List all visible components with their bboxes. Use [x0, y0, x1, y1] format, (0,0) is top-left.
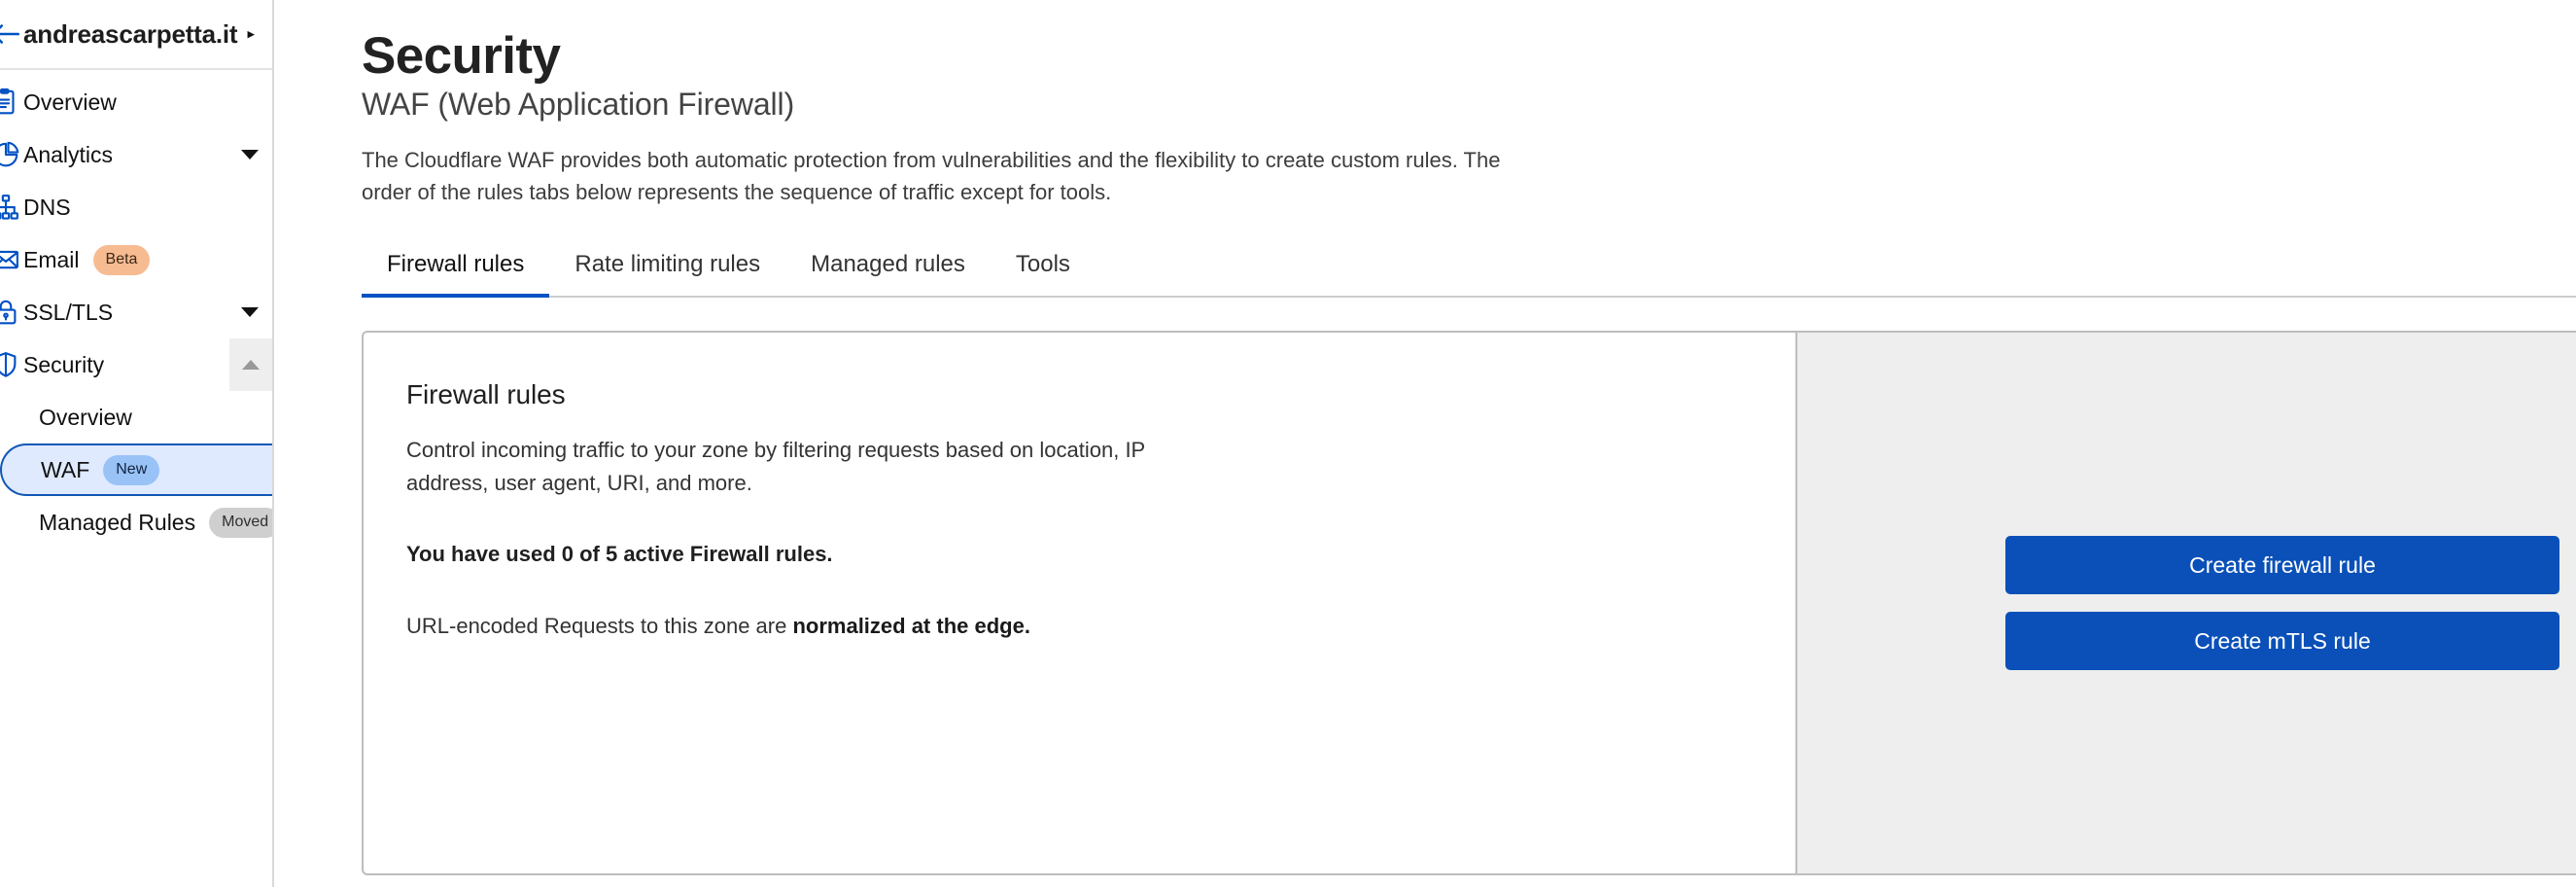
page-subtitle: WAF (Web Application Firewall)	[362, 87, 795, 123]
card-actions-panel: Create firewall rule Create mTLS rule	[1795, 333, 2576, 874]
card-body-text: Control incoming traffic to your zone by…	[406, 438, 1145, 495]
chevron-right-icon[interactable]: ▸	[247, 27, 255, 42]
main-content: Security WAF (Web Application Firewall) …	[274, 0, 2576, 887]
sidebar-subitem-label: WAF	[41, 456, 90, 482]
sidebar-item-overview[interactable]: Overview	[0, 76, 272, 128]
normalization-prefix: URL-encoded Requests to this zone are	[406, 613, 793, 638]
security-collapse-button[interactable]	[229, 338, 272, 391]
zone-name: andreascarpetta.it	[23, 18, 238, 49]
sidebar-item-label: Overview	[23, 89, 117, 115]
page-title: Security	[362, 27, 561, 85]
sidebar-item-analytics[interactable]: Analytics	[0, 128, 272, 181]
normalization-strong: normalized at the edge.	[792, 613, 1030, 638]
sidebar-item-dns[interactable]: DNS	[0, 181, 272, 233]
status-badge-new: New	[103, 454, 160, 485]
card-content: Firewall rules Control incoming traffic …	[364, 333, 1795, 873]
rules-usage-text: You have used 0 of 5 active Firewall rul…	[406, 542, 833, 567]
chevron-down-icon[interactable]	[241, 307, 259, 317]
sidebar-item-security-overview[interactable]: Overview	[0, 391, 272, 444]
tab-tools[interactable]: Tools	[991, 241, 1096, 296]
sidebar-item-security-managed-rules[interactable]: Managed Rules Moved	[0, 496, 272, 549]
sidebar-subitem-label: Managed Rules	[39, 509, 196, 535]
sidebar-item-label: Email	[23, 246, 80, 272]
sidebar-item-ssl-tls[interactable]: SSL/TLS	[0, 286, 272, 338]
sidebar-item-label: Analytics	[23, 141, 114, 167]
sidebar-subitem-label: Overview	[39, 404, 132, 430]
chevron-down-icon[interactable]	[241, 150, 259, 160]
sidebar: andreascarpetta.it ▸ Overview Analytics …	[0, 0, 274, 887]
sidebar-item-label: DNS	[23, 194, 71, 220]
sidebar-nav: Overview Analytics DNS Email Beta SSL/TL…	[0, 70, 272, 549]
app-root: andreascarpetta.it ▸ Overview Analytics …	[0, 0, 2576, 887]
status-badge-moved: Moved	[209, 507, 272, 538]
sidebar-item-label: Security	[23, 351, 105, 377]
sidebar-item-security-waf[interactable]: WAF New	[0, 444, 272, 496]
sidebar-item-security[interactable]: Security	[0, 338, 272, 391]
zone-header[interactable]: andreascarpetta.it ▸	[0, 0, 272, 70]
page-description: The Cloudflare WAF provides both automat…	[362, 148, 1501, 205]
tab-rate-limiting-rules[interactable]: Rate limiting rules	[549, 241, 785, 296]
tab-firewall-rules[interactable]: Firewall rules	[362, 241, 550, 299]
status-badge-beta: Beta	[92, 244, 151, 275]
create-mtls-rule-button[interactable]: Create mTLS rule	[2005, 612, 2559, 671]
tab-bar: Firewall rules Rate limiting rules Manag…	[362, 241, 2576, 299]
normalization-text: URL-encoded Requests to this zone are no…	[406, 610, 1184, 642]
tab-managed-rules[interactable]: Managed rules	[785, 241, 991, 296]
sidebar-item-email[interactable]: Email Beta	[0, 233, 272, 286]
sidebar-item-label: SSL/TLS	[23, 299, 114, 325]
card-title: Firewall rules	[406, 379, 566, 410]
chevron-up-icon	[242, 360, 260, 370]
create-firewall-rule-button[interactable]: Create firewall rule	[2005, 536, 2559, 595]
firewall-rules-card: Firewall rules Control incoming traffic …	[362, 331, 2576, 876]
